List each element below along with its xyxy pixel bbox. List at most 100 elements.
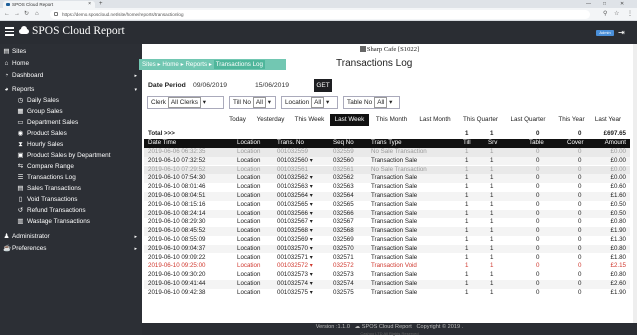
cell-trans-no[interactable]: 001032571 ▾ xyxy=(277,254,313,263)
column-header-srv[interactable]: Srv xyxy=(488,139,497,148)
cell-table: 0 xyxy=(536,236,540,243)
period-today[interactable]: Today xyxy=(225,114,250,126)
breadcrumb-reports[interactable]: Reports xyxy=(185,61,207,68)
period-last-quarter[interactable]: Last Quarter xyxy=(504,114,552,126)
sidebar-item-label: Administrator xyxy=(12,233,50,240)
cell-trans-no[interactable]: 001032574 ▾ xyxy=(277,280,313,289)
cell-datetime: 2019-06-10 07:54:30 xyxy=(148,174,206,182)
sidebar-item-label: Refund Transactions xyxy=(27,207,86,214)
table-row[interactable]: 2019-06-10 09:25:00 Location 001032572 ▾ 03… xyxy=(144,262,630,271)
cell-trans-no[interactable]: 001032560 ▾ xyxy=(277,157,313,166)
column-header-table[interactable]: Table xyxy=(529,139,544,148)
column-header-trans-type[interactable]: Trans Type xyxy=(371,139,402,148)
window-close-button[interactable]: ✕ xyxy=(620,0,624,8)
cell-trans-no[interactable]: 001032575 ▾ xyxy=(277,289,313,298)
location-label: Location xyxy=(285,99,310,106)
cell-trans-no[interactable]: 001032567 ▾ xyxy=(277,218,313,227)
table-row[interactable]: 2019-06-10 08:55:09 Location 001032569 ▾ 03… xyxy=(144,236,630,245)
maximize-button[interactable]: □ xyxy=(603,0,606,8)
cell-trans-no[interactable]: 001032564 ▾ xyxy=(277,192,313,201)
table-row[interactable]: 2019-06-10 07:29:52 Location 001032561 0325… xyxy=(144,165,630,175)
date-from-input[interactable]: 09/06/2019 xyxy=(191,79,245,92)
till-filter[interactable]: Till No All ▾ xyxy=(229,96,276,109)
period-this-week[interactable]: This Week xyxy=(290,114,329,126)
period-this-quarter[interactable]: This Quarter xyxy=(458,114,503,126)
cell-trans-no[interactable]: 001032559 xyxy=(277,148,308,157)
table-filter[interactable]: Table No All ▾ xyxy=(343,96,400,109)
cell-trans-no[interactable]: 001032563 ▾ xyxy=(277,183,313,192)
cell-location: Location xyxy=(237,148,261,155)
column-header-seq-no[interactable]: Seq No xyxy=(333,139,354,148)
table-row[interactable]: 2019-06-10 08:24:14 Location 001032566 ▾ 03… xyxy=(144,209,630,219)
browser-tab[interactable]: SPOS Cloud Report × xyxy=(3,1,95,8)
column-header-trans-no[interactable]: Trans. No xyxy=(277,139,304,148)
cell-trans-no[interactable]: 001032572 ▾ xyxy=(277,262,313,271)
get-button[interactable]: GET xyxy=(314,79,332,92)
table-row[interactable]: 2019-06-10 08:01:46 Location 001032563 ▾ 03… xyxy=(144,183,630,192)
breadcrumb-sites[interactable]: Sites xyxy=(142,61,156,68)
cell-trans-no[interactable]: 001032565 ▾ xyxy=(277,201,313,210)
table-row[interactable]: 2019-06-10 08:04:51 Location 001032564 ▾ 03… xyxy=(144,192,630,201)
column-header-amount[interactable]: Amount xyxy=(605,139,626,148)
table-row[interactable]: 2019-06-10 09:09:22 Location 001032571 ▾ 03… xyxy=(144,254,630,263)
cell-trans-no[interactable]: 001032566 ▾ xyxy=(277,210,313,219)
back-icon[interactable]: ← xyxy=(4,10,10,19)
table-row[interactable]: 2019-06-10 08:29:30 Location 001032567 ▾ 03… xyxy=(144,218,630,227)
table-select[interactable]: All xyxy=(374,97,388,108)
column-header-location[interactable]: Location xyxy=(237,139,260,148)
till-select[interactable]: All xyxy=(252,97,266,108)
column-header-cover[interactable]: Cover xyxy=(567,139,584,148)
period-last-week[interactable]: Last Week xyxy=(330,114,369,126)
cell-trans-no[interactable]: 001032568 ▾ xyxy=(277,227,313,236)
home-browser-icon[interactable]: ⌂ xyxy=(35,10,39,19)
page-scrollbar[interactable] xyxy=(633,44,637,323)
table-row[interactable]: 2019-06-10 08:45:52 Location 001032568 ▾ 03… xyxy=(144,227,630,236)
location-filter[interactable]: Location All ▾ xyxy=(281,96,338,109)
table-row[interactable]: 2019-06-10 09:42:38 Location 001032575 ▾ 03… xyxy=(144,289,630,298)
user-badge[interactable]: Admin xyxy=(596,30,614,36)
table-row[interactable]: 2019-06-10 09:04:37 Location 001032570 ▾ 03… xyxy=(144,244,630,254)
cell-srv: 1 xyxy=(490,236,494,243)
browser-menu-icon[interactable]: ⋮ xyxy=(627,10,633,19)
new-tab-button[interactable]: + xyxy=(99,0,103,8)
table-row[interactable]: 2019-06-10 09:41:44 Location 001032574 ▾ 03… xyxy=(144,280,630,289)
sidebar-item-label: Wastage Transactions xyxy=(27,218,90,225)
period-this-year[interactable]: This Year xyxy=(554,114,589,126)
page-title: Transactions Log xyxy=(336,58,413,69)
hamburger-menu-icon[interactable] xyxy=(5,27,14,36)
table-row[interactable]: 2019-06-10 07:32:52 Location 001032560 ▾ 03… xyxy=(144,156,630,166)
reload-icon[interactable]: ↻ xyxy=(24,10,29,19)
cell-table: 0 xyxy=(536,200,540,208)
bookmark-star-icon[interactable]: ☆ xyxy=(614,10,619,19)
period-last-year[interactable]: Last Year xyxy=(590,114,626,126)
date-to-input[interactable]: 15/06/2019 xyxy=(253,79,309,92)
column-header-datetime[interactable]: Date Time xyxy=(148,139,176,148)
cell-trans-no[interactable]: 001032562 ▾ xyxy=(277,174,313,183)
period-this-month[interactable]: This Month xyxy=(371,114,412,126)
zoom-icon[interactable]: ⚲ xyxy=(603,10,607,19)
forward-icon[interactable]: → xyxy=(14,10,20,19)
sidebar-item-label: Department Sales xyxy=(27,119,79,126)
table-row[interactable]: 2019-06-10 08:15:16 Location 001032565 ▾ 03… xyxy=(144,201,630,210)
cell-trans-no[interactable]: 001032570 ▾ xyxy=(277,245,313,254)
cell-datetime: 2019-06-10 08:55:09 xyxy=(148,236,206,243)
tab-close-icon[interactable]: × xyxy=(88,1,91,8)
period-last-month[interactable]: Last Month xyxy=(413,114,457,126)
cell-trans-no[interactable]: 001032573 ▾ xyxy=(277,271,313,280)
cell-cover: 0 xyxy=(578,253,582,261)
column-header-till[interactable]: Till xyxy=(463,139,471,148)
url-field[interactable]: https://demo.sposcloud.net/site/home/rep… xyxy=(50,10,590,19)
table-row[interactable]: 2019-06-06 06:32:35 Location 001032559 0325… xyxy=(144,148,630,157)
cell-trans-no[interactable]: 001032561 xyxy=(277,166,308,175)
clerk-select[interactable]: All Clerks xyxy=(167,97,201,108)
clerk-filter[interactable]: Clerk All Clerks ▾ xyxy=(147,96,224,109)
cell-amount: £1.90 xyxy=(610,227,626,235)
location-select[interactable]: All xyxy=(311,97,325,108)
logout-icon[interactable]: ⇥ xyxy=(618,28,625,37)
period-yesterday[interactable]: Yesterday xyxy=(253,114,288,126)
table-row[interactable]: 2019-06-10 07:54:30 Location 001032562 ▾ 03… xyxy=(144,174,630,183)
minimize-button[interactable]: — xyxy=(586,0,591,8)
table-row[interactable]: 2019-06-10 09:30:20 Location 001032573 ▾ 03… xyxy=(144,271,630,280)
breadcrumb-home[interactable]: Home xyxy=(162,61,179,68)
cell-trans-no[interactable]: 001032569 ▾ xyxy=(277,236,313,245)
